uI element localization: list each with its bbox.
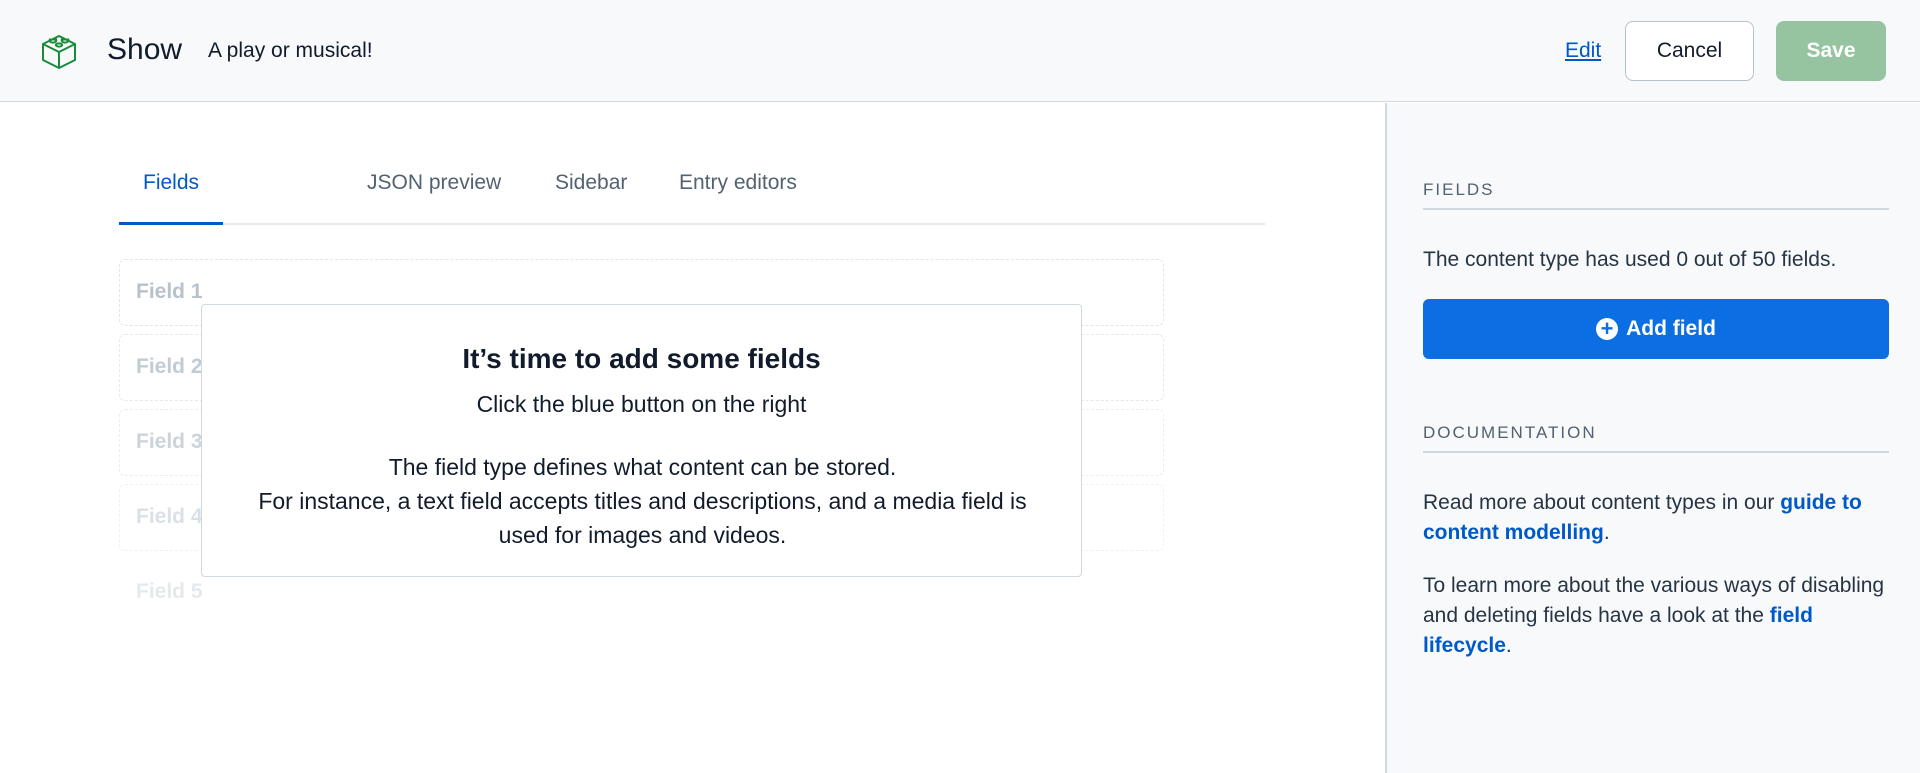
placeholder-field-label: Field 1 bbox=[136, 280, 203, 303]
fields-usage-text: The content type has used 0 out of 50 fi… bbox=[1423, 248, 1837, 271]
placeholder-field-label: Field 3 bbox=[136, 430, 203, 453]
top-header: Show A play or musical! Edit Cancel Save bbox=[0, 0, 1920, 102]
tab-bar: Fields JSON preview Sidebar Entry editor… bbox=[119, 155, 1265, 225]
empty-state-card: It’s time to add some fields Click the b… bbox=[201, 304, 1082, 577]
content-type-description: A play or musical! bbox=[208, 39, 373, 62]
documentation-paragraph-2: To learn more about the various ways of … bbox=[1423, 571, 1889, 661]
empty-state-description-line-2: For instance, a text field accepts title… bbox=[258, 488, 1027, 548]
documentation-paragraph-1: Read more about content types in our gui… bbox=[1423, 488, 1889, 548]
documentation-section-heading: DOCUMENTATION bbox=[1423, 423, 1889, 453]
placeholder-field-label: Field 2 bbox=[136, 355, 203, 378]
add-field-button[interactable]: + Add field bbox=[1423, 299, 1889, 359]
doc-text: To learn more about the various ways of … bbox=[1423, 574, 1885, 627]
save-button[interactable]: Save bbox=[1776, 21, 1886, 81]
tab-entry-editors[interactable]: Entry editors bbox=[655, 155, 821, 225]
plus-circle-icon: + bbox=[1596, 318, 1619, 340]
right-sidebar: FIELDS The content type has used 0 out o… bbox=[1385, 103, 1920, 773]
content-type-title: Show bbox=[107, 33, 183, 66]
cancel-button[interactable]: Cancel bbox=[1625, 21, 1754, 81]
content-type-box-icon bbox=[42, 35, 76, 69]
placeholder-field-label: Field 5 bbox=[136, 580, 203, 603]
edit-link[interactable]: Edit bbox=[1565, 38, 1601, 64]
empty-state-description: The field type defines what content can … bbox=[232, 450, 1053, 552]
doc-text: . bbox=[1505, 634, 1512, 657]
doc-text: Read more about content types in our bbox=[1423, 491, 1781, 514]
tab-json-preview[interactable]: JSON preview bbox=[343, 155, 525, 225]
placeholder-field-label: Field 4 bbox=[136, 505, 203, 528]
add-field-label: Add field bbox=[1626, 317, 1716, 340]
empty-state-subheading: Click the blue button on the right bbox=[476, 391, 807, 417]
empty-state-description-line-1: The field type defines what content can … bbox=[388, 454, 897, 480]
tab-fields[interactable]: Fields bbox=[119, 155, 224, 225]
tab-sidebar[interactable]: Sidebar bbox=[531, 155, 651, 225]
empty-state-heading: It’s time to add some fields bbox=[462, 343, 821, 374]
fields-section-heading: FIELDS bbox=[1423, 180, 1889, 210]
doc-text: . bbox=[1603, 521, 1610, 544]
